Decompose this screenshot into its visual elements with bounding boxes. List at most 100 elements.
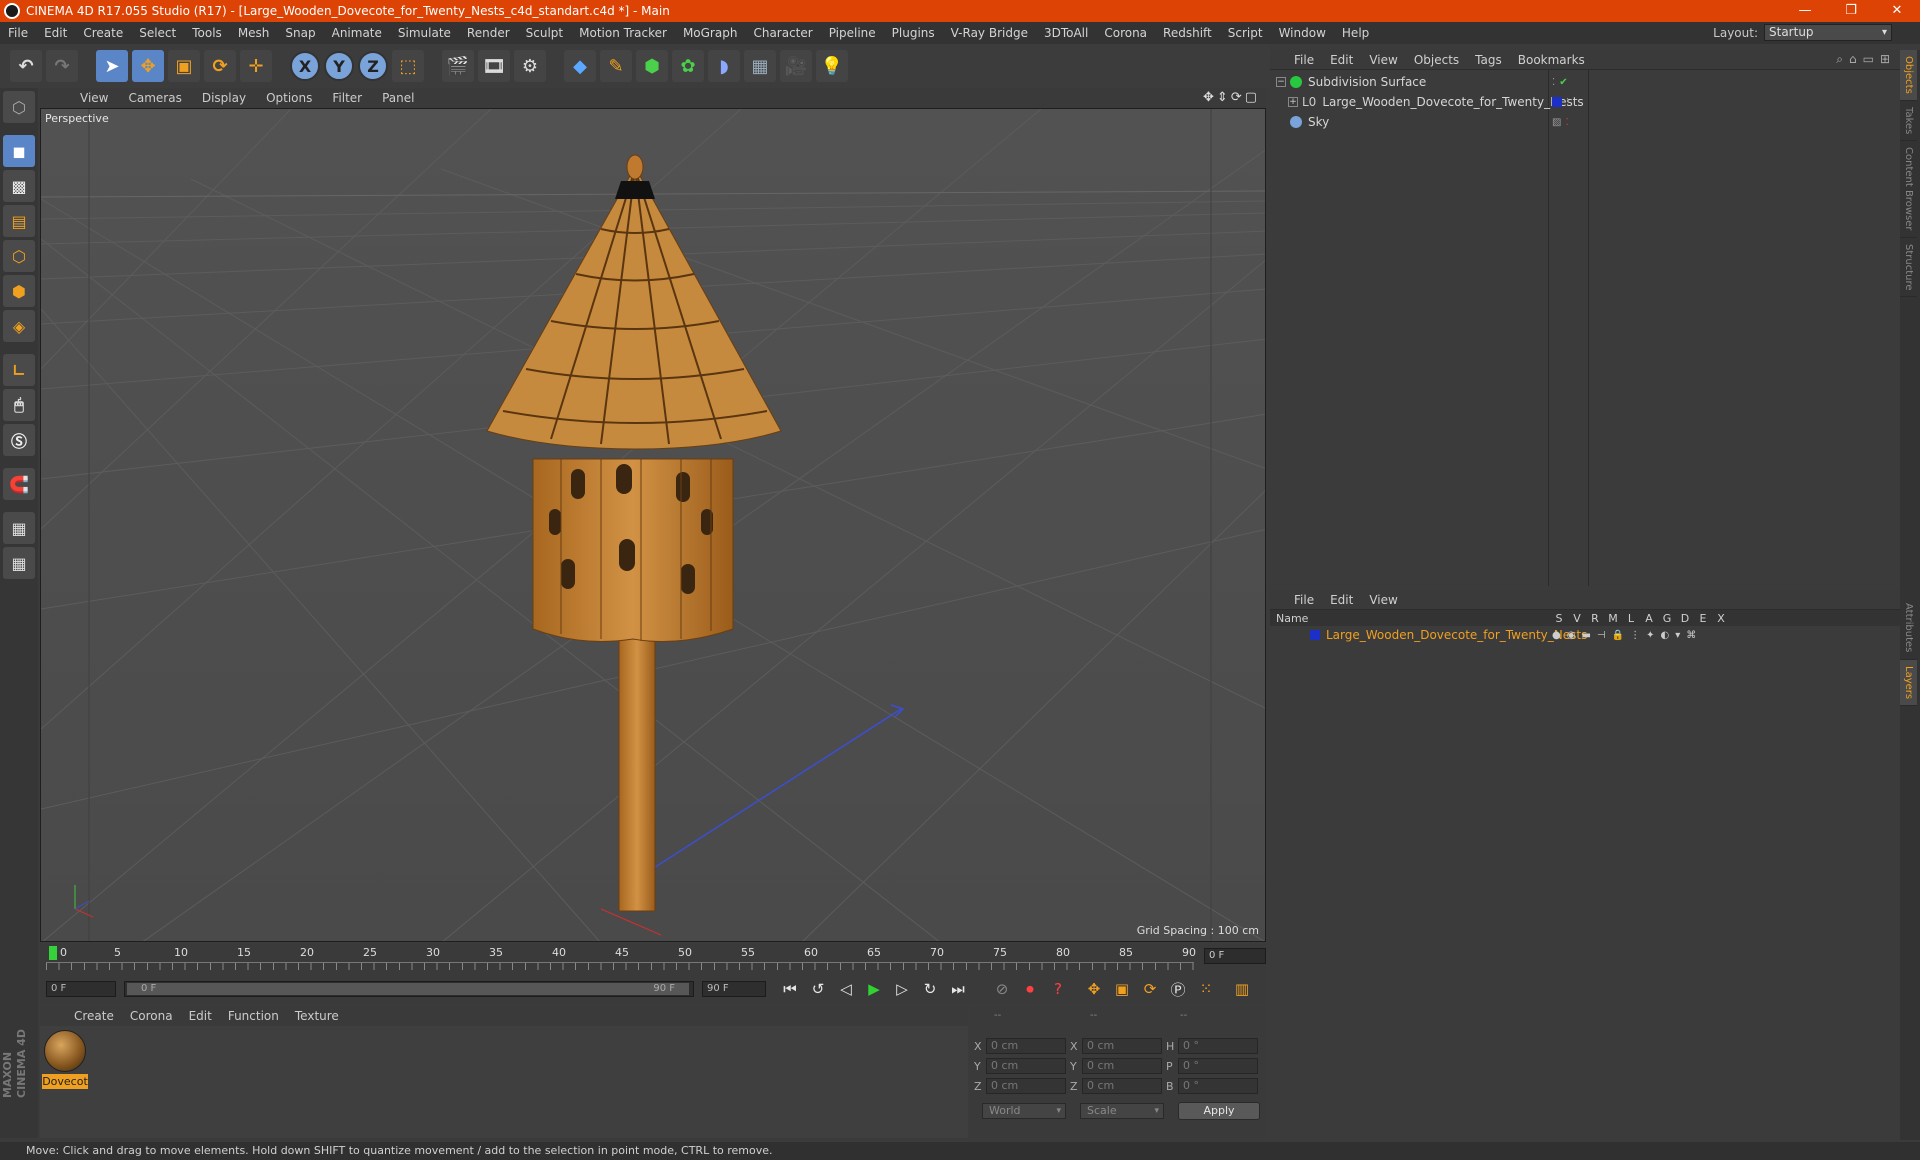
select-arrow-icon[interactable]: ➤ xyxy=(96,50,128,82)
minimize-button[interactable]: — xyxy=(1782,0,1828,22)
solo-mode-icon[interactable]: Ⓢ xyxy=(3,424,35,456)
expression-icon[interactable]: ▾ xyxy=(1675,630,1680,641)
maximize-button[interactable]: ❐ xyxy=(1828,0,1874,22)
menu-vray-bridge[interactable]: V-Ray Bridge xyxy=(943,26,1036,40)
render-icon[interactable]: ▬ xyxy=(1581,630,1590,641)
menu-help[interactable]: Help xyxy=(1334,26,1377,40)
light-object-icon[interactable]: 💡 xyxy=(816,50,848,82)
position-x-field[interactable]: 0 cm xyxy=(986,1038,1066,1054)
generator-icon[interactable]: ✦ xyxy=(1646,630,1654,641)
layer-col-manager[interactable]: M xyxy=(1604,612,1622,625)
y-axis-lock-button[interactable]: Y xyxy=(324,51,354,81)
tag-icon[interactable]: ▨ xyxy=(1552,117,1561,128)
rotation-b-field[interactable]: 0 ° xyxy=(1178,1078,1258,1094)
tab-attributes[interactable]: Attributes xyxy=(1900,597,1917,660)
next-frame-icon[interactable]: ▷ xyxy=(889,977,915,1001)
menu-animate[interactable]: Animate xyxy=(324,26,390,40)
eye-icon[interactable]: ◉ xyxy=(1567,630,1576,641)
size-z-field[interactable]: 0 cm xyxy=(1082,1078,1162,1094)
tab-content-browser[interactable]: Content Browser xyxy=(1900,141,1917,238)
object-name[interactable]: Subdivision Surface xyxy=(1308,75,1426,89)
layer-col-xref[interactable]: X xyxy=(1712,612,1730,625)
position-y-field[interactable]: 0 cm xyxy=(986,1058,1066,1074)
render-view-icon[interactable]: 🎬 xyxy=(442,50,474,82)
layer-col-generators[interactable]: G xyxy=(1658,612,1676,625)
locked-workplane-icon[interactable]: ▦ xyxy=(3,512,35,544)
viewport-menu-cameras[interactable]: Cameras xyxy=(118,91,191,105)
menu-corona[interactable]: Corona xyxy=(1096,26,1155,40)
subdivision-generator-icon[interactable]: ⬢ xyxy=(636,50,668,82)
layer-color-swatch[interactable] xyxy=(1552,96,1562,107)
visibility-dots-icon[interactable]: ⁚ xyxy=(1552,77,1555,88)
animation-icon[interactable]: ⋮ xyxy=(1630,630,1640,641)
tweak-mode-icon[interactable]: 🖱 xyxy=(3,389,35,421)
key-pla-icon[interactable]: ⁙ xyxy=(1193,977,1219,1001)
object-menu-file[interactable]: File xyxy=(1286,53,1322,67)
axis-mode-icon[interactable]: ∟ xyxy=(3,354,35,386)
object-name[interactable]: Large_Wooden_Dovecote_for_Twenty_Nests xyxy=(1322,95,1583,109)
preview-range-slider[interactable]: 0 F 90 F xyxy=(124,981,694,997)
object-menu-tags[interactable]: Tags xyxy=(1467,53,1510,67)
material-menu-function[interactable]: Function xyxy=(220,1009,287,1023)
x-axis-lock-button[interactable]: X xyxy=(290,51,320,81)
viewport-menu-panel[interactable]: Panel xyxy=(372,91,424,105)
floor-scene-icon[interactable]: ▦ xyxy=(744,50,776,82)
layer-menu-file[interactable]: File xyxy=(1286,593,1322,607)
next-key-icon[interactable]: ↻ xyxy=(917,977,943,1001)
layer-color-swatch[interactable] xyxy=(1310,630,1320,640)
snapping-magnet-icon[interactable]: 🧲 xyxy=(3,468,35,500)
record-keys-icon[interactable]: ⊘ xyxy=(989,977,1015,1001)
menu-edit[interactable]: Edit xyxy=(36,26,75,40)
object-manager-tool-icons[interactable]: ⌕⌂▭⊞ xyxy=(1836,52,1896,67)
position-z-field[interactable]: 0 cm xyxy=(986,1078,1066,1094)
layer-col-animation[interactable]: A xyxy=(1640,612,1658,625)
layer-row[interactable]: Large_Wooden_Dovecote_for_Twenty_Nests ●… xyxy=(1270,626,1900,644)
object-menu-objects[interactable]: Objects xyxy=(1406,53,1467,67)
polygons-mode-icon[interactable]: ◈ xyxy=(3,310,35,342)
undo-icon[interactable]: ↶ xyxy=(10,50,42,82)
z-axis-lock-button[interactable]: Z xyxy=(358,51,388,81)
visibility-dots-icon[interactable]: ⁚ xyxy=(1566,97,1569,108)
points-mode-icon[interactable]: ⬡ xyxy=(3,240,35,272)
viewport-menu-options[interactable]: Options xyxy=(256,91,322,105)
apply-button[interactable]: Apply xyxy=(1178,1102,1260,1120)
coordinate-space-dropdown[interactable]: World xyxy=(982,1103,1066,1119)
play-forward-icon[interactable]: ▶ xyxy=(861,977,887,1001)
key-parameter-icon[interactable]: Ⓟ xyxy=(1165,977,1191,1001)
xref-icon[interactable]: ⌘ xyxy=(1686,630,1696,641)
autokey-icon[interactable]: ⏺ xyxy=(1017,977,1043,1001)
object-menu-edit[interactable]: Edit xyxy=(1322,53,1361,67)
coordinate-system-icon[interactable]: ⬚ xyxy=(392,50,424,82)
viewport-navigation-icons[interactable]: ✥⇕⟳▢ xyxy=(1203,90,1260,105)
menu-render[interactable]: Render xyxy=(459,26,518,40)
key-position-icon[interactable]: ✥ xyxy=(1081,977,1107,1001)
cube-object-icon[interactable]: ◆ xyxy=(564,50,596,82)
deformer-icon[interactable]: ◗ xyxy=(708,50,740,82)
lock-icon[interactable]: 🔒 xyxy=(1612,630,1624,641)
preview-range-handle[interactable] xyxy=(127,983,689,995)
go-to-start-icon[interactable]: ⏮ xyxy=(777,977,803,1001)
close-button[interactable]: ✕ xyxy=(1874,0,1920,22)
render-picture-viewer-icon[interactable]: 🎞 xyxy=(478,50,510,82)
rotation-h-field[interactable]: 0 ° xyxy=(1178,1038,1258,1054)
redo-icon[interactable]: ↷ xyxy=(46,50,78,82)
planar-workplane-icon[interactable]: ▦ xyxy=(3,547,35,579)
menu-simulate[interactable]: Simulate xyxy=(390,26,459,40)
size-x-field[interactable]: 0 cm xyxy=(1082,1038,1162,1054)
render-settings-icon[interactable]: ⚙ xyxy=(514,50,546,82)
object-row-sky[interactable]: Sky ▨ ⁚ xyxy=(1270,112,1900,132)
material-menu-edit[interactable]: Edit xyxy=(181,1009,220,1023)
rotation-p-field[interactable]: 0 ° xyxy=(1178,1058,1258,1074)
material-menu-create[interactable]: Create xyxy=(66,1009,122,1023)
move-tool-icon[interactable]: ✥ xyxy=(132,50,164,82)
menu-mograph[interactable]: MoGraph xyxy=(675,26,746,40)
camera-object-icon[interactable]: 🎥 xyxy=(780,50,812,82)
keyframe-selection-icon[interactable]: ? xyxy=(1045,977,1071,1001)
tab-objects[interactable]: Objects xyxy=(1900,50,1917,101)
object-menu-bookmarks[interactable]: Bookmarks xyxy=(1510,53,1593,67)
expand-toggle-icon[interactable]: + xyxy=(1288,97,1298,107)
max-time-field[interactable]: 90 F xyxy=(702,981,766,997)
object-row-subdivision-surface[interactable]: − Subdivision Surface ⁚ ✔ xyxy=(1270,72,1900,92)
size-y-field[interactable]: 0 cm xyxy=(1082,1058,1162,1074)
layer-col-render[interactable]: R xyxy=(1586,612,1604,625)
